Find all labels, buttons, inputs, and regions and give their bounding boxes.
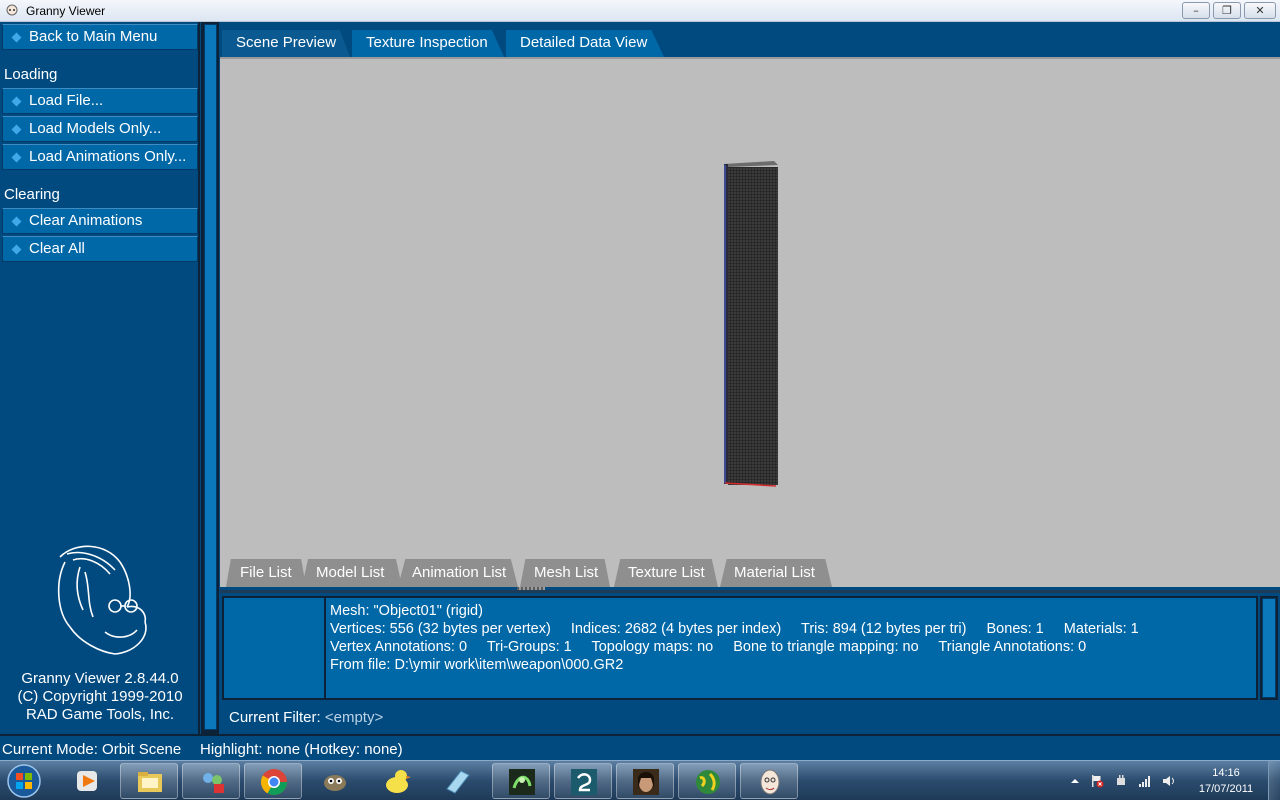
bone-mapping-stat: Bone to triangle mapping: no <box>733 639 919 655</box>
start-button-icon[interactable] <box>4 763 44 799</box>
tab-animation-list[interactable]: Animation List <box>398 559 518 587</box>
load-models-only-button[interactable]: Load Models Only... <box>2 116 198 142</box>
windows-explorer-icon[interactable] <box>120 763 178 799</box>
scrollbar-thumb[interactable] <box>1262 598 1276 698</box>
tab-file-list[interactable]: File List <box>226 559 306 587</box>
mesh-stats-row: Vertices: 556 (32 bytes per vertex) Indi… <box>330 620 1155 638</box>
clear-all-button[interactable]: Clear All <box>2 236 198 262</box>
window-titlebar: Granny Viewer – ❐ ✕ <box>0 0 1280 22</box>
load-animations-only-button[interactable]: Load Animations Only... <box>2 144 198 170</box>
scene-viewport[interactable] <box>220 57 1280 587</box>
current-filter: Current Filter: <empty> <box>229 709 383 726</box>
mesh-annotations-row: Vertex Annotations: 0 Tri-Groups: 1 Topo… <box>330 638 1155 656</box>
scrollbar-thumb[interactable] <box>204 24 217 730</box>
network-signal-icon[interactable] <box>1138 774 1152 788</box>
filter-value: <empty> <box>324 709 384 726</box>
messenger-icon[interactable] <box>182 763 240 799</box>
system-clock[interactable]: 14:16 17/07/2011 <box>1186 765 1266 797</box>
top-tab-bar: Scene Preview Texture Inspection Detaile… <box>220 22 1280 57</box>
button-label: Clear Animations <box>29 212 143 229</box>
3d-app-icon[interactable] <box>492 763 550 799</box>
windows-media-player-icon[interactable] <box>58 763 116 799</box>
diamond-bullet-icon <box>11 32 22 43</box>
volume-icon[interactable] <box>1162 774 1176 788</box>
tab-detailed-data-view[interactable]: Detailed Data View <box>506 30 664 57</box>
mesh-info-box: Mesh: "Object01" (rigid) Vertices: 556 (… <box>222 596 1258 700</box>
section-title-clearing: Clearing <box>4 186 60 203</box>
show-hidden-icons-icon[interactable] <box>1068 774 1082 788</box>
notepad-app-icon[interactable] <box>428 763 486 799</box>
close-button[interactable]: ✕ <box>1244 2 1276 19</box>
button-label: Back to Main Menu <box>29 28 158 45</box>
section-title-loading: Loading <box>4 66 58 83</box>
tri-groups-stat: Tri-Groups: 1 <box>486 639 572 655</box>
highlight-text: Highlight: none (Hotkey: none) <box>200 741 403 758</box>
granny-app-icon <box>6 4 18 16</box>
clock-date: 17/07/2011 <box>1198 783 1254 795</box>
topology-maps-stat: Topology maps: no <box>591 639 714 655</box>
granny-logo <box>57 545 147 655</box>
minimize-button[interactable]: – <box>1182 2 1210 19</box>
back-to-main-menu-button[interactable]: Back to Main Menu <box>2 24 198 50</box>
materials-stat: Materials: 1 <box>1063 621 1139 637</box>
clear-animations-button[interactable]: Clear Animations <box>2 208 198 234</box>
tab-texture-inspection[interactable]: Texture Inspection <box>352 30 504 57</box>
action-center-flag-icon[interactable] <box>1090 774 1104 788</box>
power-plug-icon[interactable] <box>1114 774 1128 788</box>
tab-mesh-list[interactable]: Mesh List <box>520 559 610 587</box>
diamond-bullet-icon <box>11 244 22 255</box>
bones-stat: Bones: 1 <box>986 621 1044 637</box>
window-title: Granny Viewer <box>26 4 106 18</box>
gimp-icon[interactable] <box>306 763 364 799</box>
granny-viewer-icon[interactable] <box>740 763 798 799</box>
source-file-path: From file: D:\ymir work\item\weapon\000.… <box>330 657 624 673</box>
current-mode-text: Current Mode: Orbit Scene <box>2 741 182 758</box>
bottom-tab-bar: File List Model List Animation List Mesh… <box>220 557 1280 587</box>
button-label: Load File... <box>29 92 104 109</box>
mesh-info-text: Mesh: "Object01" (rigid) Vertices: 556 (… <box>330 602 1155 674</box>
diamond-bullet-icon <box>11 124 22 135</box>
vertices-stat: Vertices: 556 (32 bytes per vertex) <box>330 621 551 637</box>
button-label: Load Animations Only... <box>29 148 187 165</box>
button-label: Load Models Only... <box>29 120 162 137</box>
diamond-bullet-icon <box>11 152 22 163</box>
vertex-annotations-stat: Vertex Annotations: 0 <box>330 639 468 655</box>
copyright-text: (C) Copyright 1999-2010 <box>17 688 183 705</box>
sidebar-scrollbar[interactable] <box>201 22 219 734</box>
info-scrollbar[interactable] <box>1260 596 1278 700</box>
google-chrome-icon[interactable] <box>244 763 302 799</box>
info-panel: Mesh: "Object01" (rigid) Vertices: 556 (… <box>220 590 1280 702</box>
triangle-annotations-stat: Triangle Annotations: 0 <box>938 639 1087 655</box>
button-label: Clear All <box>29 240 85 257</box>
mesh-name: Mesh: "Object01" (rigid) <box>330 603 483 619</box>
tab-material-list[interactable]: Material List <box>720 559 832 587</box>
tab-model-list[interactable]: Model List <box>302 559 402 587</box>
game-portrait-icon[interactable] <box>616 763 674 799</box>
company-text: RAD Game Tools, Inc. <box>25 706 175 723</box>
maximize-button[interactable]: ❐ <box>1213 2 1241 19</box>
tris-stat: Tris: 894 (12 bytes per tri) <box>801 621 967 637</box>
load-file-button[interactable]: Load File... <box>2 88 198 114</box>
status-bar: Current Mode: Orbit Scene Highlight: non… <box>0 734 1280 760</box>
diamond-bullet-icon <box>11 216 22 227</box>
indices-stat: Indices: 2682 (4 bytes per index) <box>570 621 782 637</box>
mesh-preview <box>724 161 778 487</box>
mesh-thumbnail <box>224 598 326 698</box>
version-text: Granny Viewer 2.8.44.0 <box>21 670 179 687</box>
globe-app-icon[interactable] <box>678 763 736 799</box>
tab-scene-preview[interactable]: Scene Preview <box>222 30 350 57</box>
filter-label: Current Filter: <box>229 709 321 726</box>
tab-texture-list[interactable]: Texture List <box>614 559 718 587</box>
show-desktop-button[interactable] <box>1268 761 1280 800</box>
sidebar: Back to Main Menu Loading Load File... L… <box>0 22 200 734</box>
clock-time: 14:16 <box>1212 767 1240 779</box>
windows-taskbar: 14:16 17/07/2011 <box>0 760 1280 800</box>
diamond-bullet-icon <box>11 96 22 107</box>
3ds-max-icon[interactable] <box>554 763 612 799</box>
duck-app-icon[interactable] <box>368 763 426 799</box>
